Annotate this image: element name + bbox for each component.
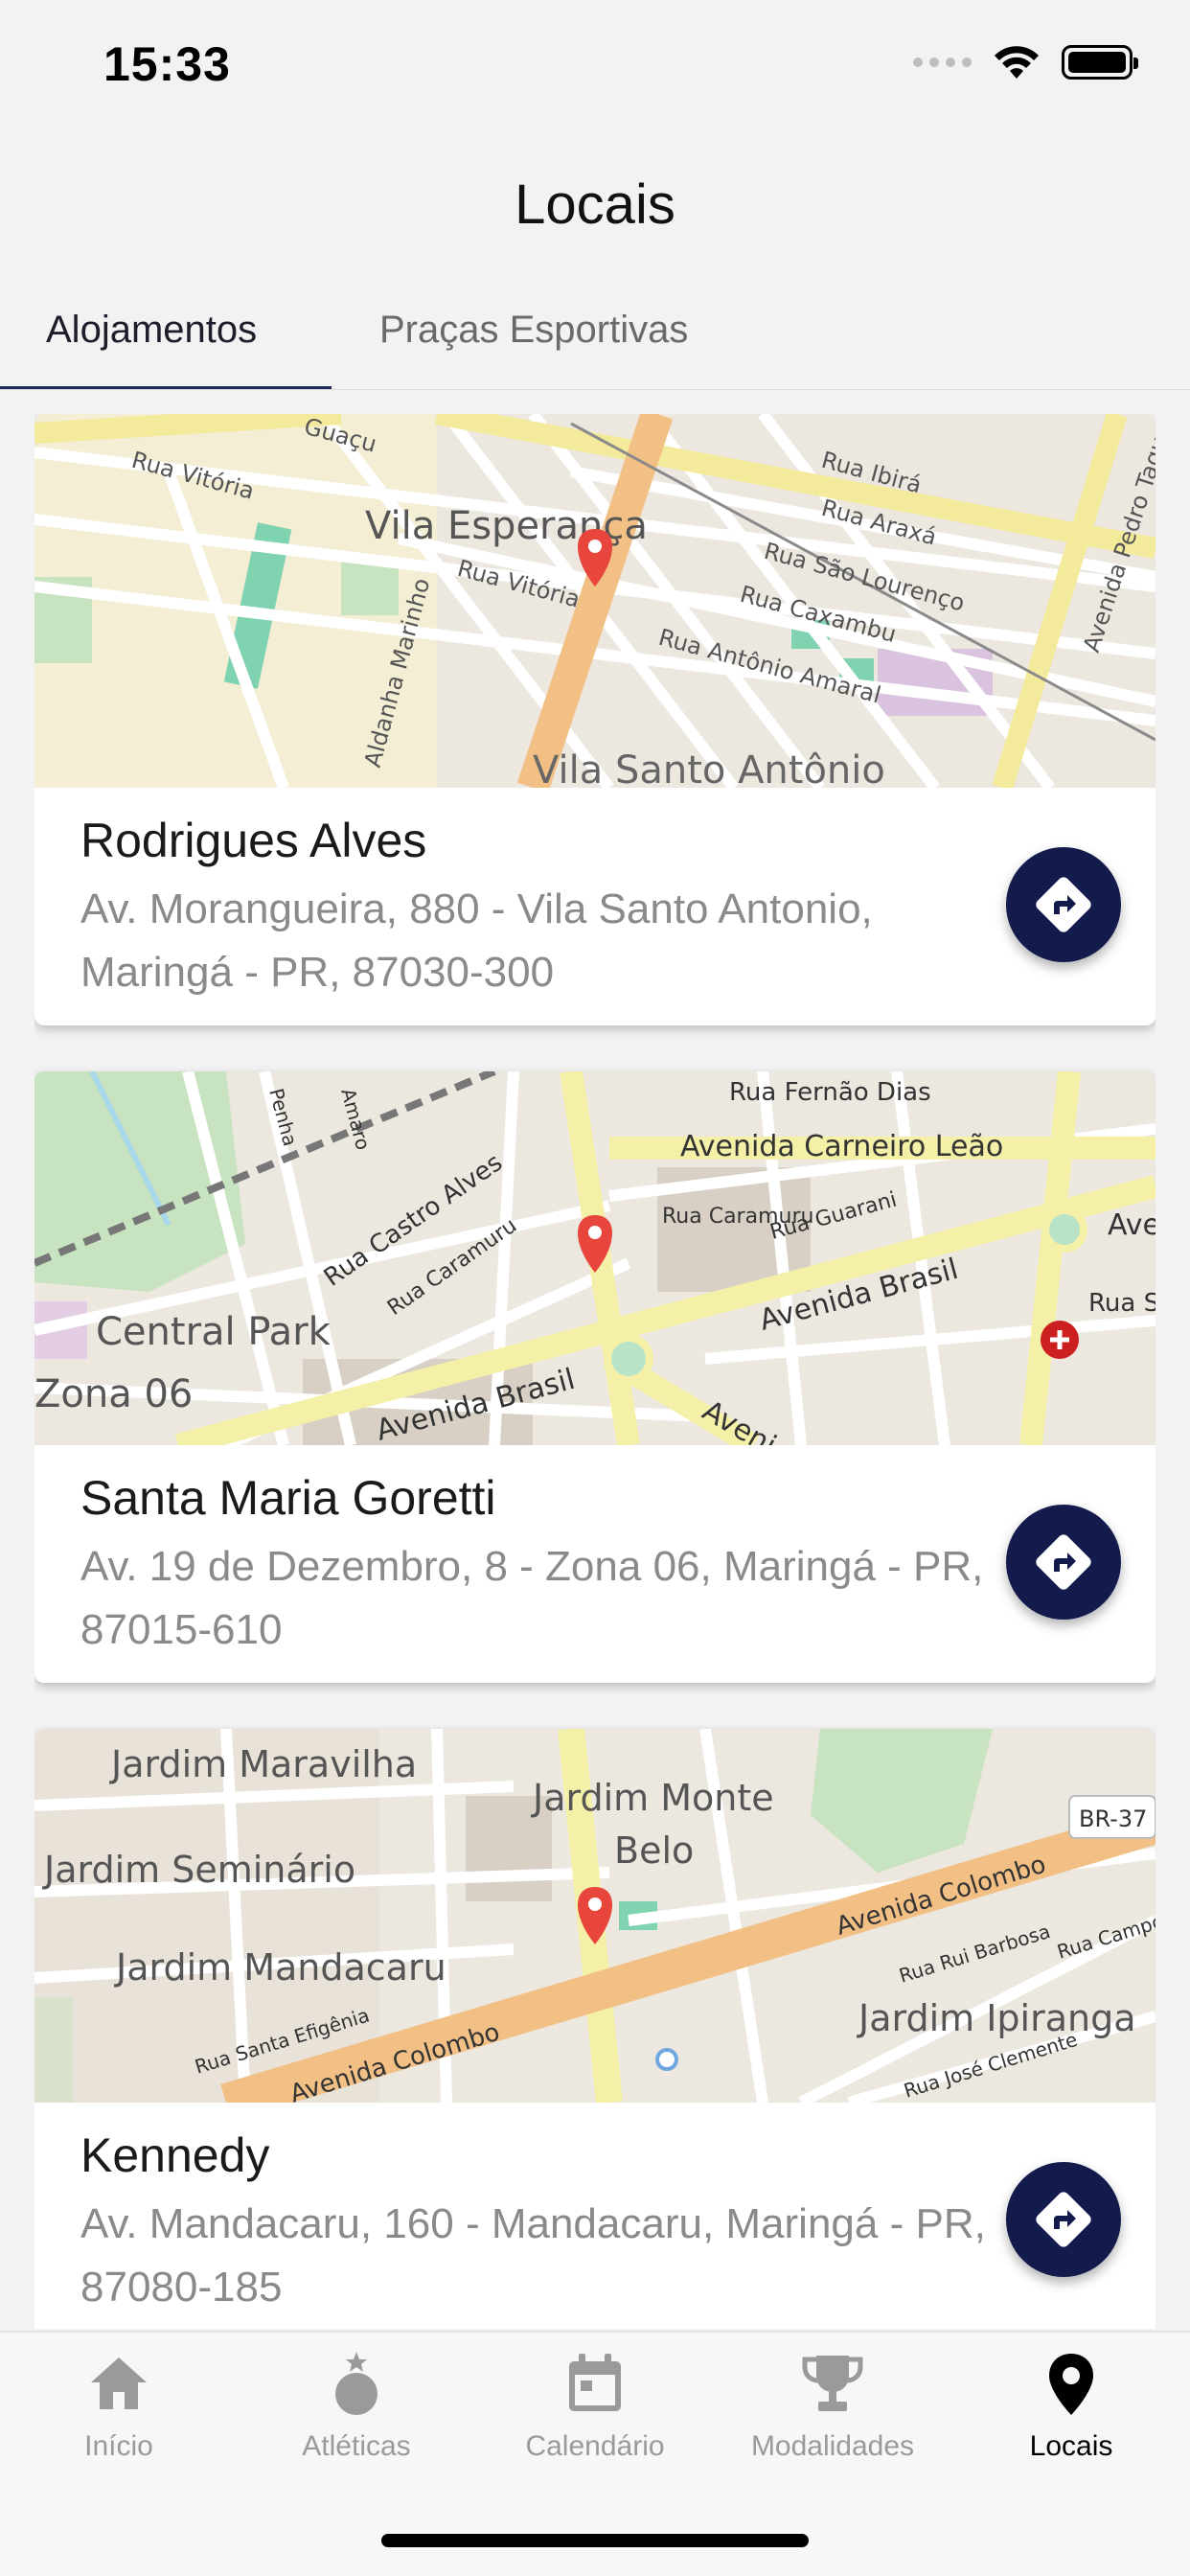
directions-icon [1036,877,1091,932]
location-name: Santa Maria Goretti [80,1471,496,1525]
tab-pracas-esportivas[interactable]: Praças Esportivas [379,309,688,352]
location-address: Av. 19 de Dezembro, 8 - Zona 06, Maringá… [80,1543,984,1653]
map-label: Central Park [96,1310,332,1354]
wifi-icon [995,46,1039,79]
nav-label: Modalidades [750,2430,915,2462]
medal-icon [335,2352,378,2415]
directions-icon [1036,1534,1091,1590]
map-preview[interactable]: Central Park Zona 06 Rua Fernão Dias Ave… [34,1071,1156,1445]
map-label: Vila Santo Antônio [533,748,885,788]
map-label: Jardim Seminário [42,1849,355,1891]
nav-label: Locais [1029,2430,1113,2462]
map-label: Zona 06 [34,1372,193,1416]
map-label: Jardim Maravilha [109,1743,417,1785]
map-preview[interactable]: Jardim Maravilha Jardim Monte Belo Jardi… [34,1729,1156,2103]
tab-alojamentos[interactable]: Alojamentos [46,309,257,352]
status-time: 15:33 [103,37,231,91]
home-icon [91,2358,147,2409]
map-preview[interactable]: Vila Esperança Vila Santo Antônio Rua Vi… [34,414,1156,788]
map-label: Avenida Carneiro Leão [680,1130,1003,1163]
status-icons [913,44,1138,80]
nav-item-atleticas[interactable]: Atléticas [238,2350,475,2463]
directions-button[interactable] [1006,1505,1121,1620]
cellular-signal-icon [913,58,972,67]
map-label: BR-37 [1079,1806,1147,1832]
location-name: Kennedy [80,2128,270,2182]
map-label: Rua Fernão Dias [729,1078,931,1107]
nav-label: Atléticas [302,2430,411,2462]
location-address: Av. Mandacaru, 160 - Mandacaru, Maringá … [80,2200,986,2311]
map-label: Jardim Monte [531,1777,774,1819]
map-label: Jardim Ipiranga [857,1997,1136,2039]
nav-item-modalidades[interactable]: Modalidades [714,2350,951,2463]
calendar-icon [569,2354,621,2411]
nav-item-calendario[interactable]: Calendário [476,2350,714,2463]
map-label: Jardim Mandacaru [114,1946,446,1989]
page-title: Locais [515,173,675,236]
trophy-icon [802,2356,863,2411]
tabs-divider [0,389,1190,390]
battery-icon [1062,45,1138,80]
location-pin-icon [1049,2354,1093,2415]
locations-list[interactable]: Vila Esperança Vila Santo Antônio Rua Vi… [34,414,1156,2329]
nav-item-locais[interactable]: Locais [952,2350,1190,2463]
location-card[interactable]: Central Park Zona 06 Rua Fernão Dias Ave… [34,1071,1156,1683]
map-label: Ave [1108,1208,1156,1242]
status-bar: 15:33 [0,0,1190,134]
home-indicator[interactable] [381,2534,809,2547]
map-label: Rua San [1088,1289,1156,1318]
location-card[interactable]: Jardim Maravilha Jardim Monte Belo Jardi… [34,1729,1156,2329]
directions-icon [1036,2192,1091,2247]
location-card[interactable]: Vila Esperança Vila Santo Antônio Rua Vi… [34,414,1156,1025]
nav-label: Calendário [525,2430,665,2462]
map-label: Belo [614,1829,694,1872]
directions-button[interactable] [1006,2162,1121,2277]
location-name: Rodrigues Alves [80,814,427,867]
nav-item-inicio[interactable]: Início [0,2350,238,2463]
location-address: Av. Morangueira, 880 - Vila Santo Antoni… [80,886,873,996]
nav-label: Início [84,2430,153,2462]
tab-bar-top: Alojamentos Praças Esportivas [0,288,1190,391]
directions-button[interactable] [1006,847,1121,962]
